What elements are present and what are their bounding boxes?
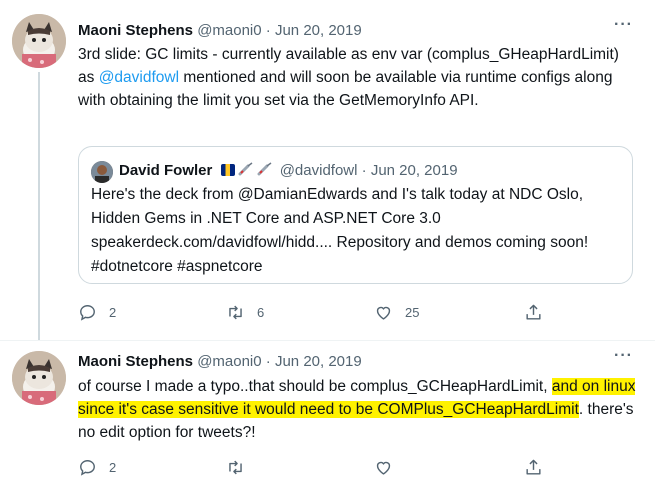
author-name[interactable]: Maoni Stephens [78, 22, 193, 39]
retweet-button[interactable]: 6 [226, 300, 264, 324]
quoted-author-name: David Fowler [119, 162, 213, 179]
action-bar: 2 [78, 455, 548, 479]
quoted-tweet[interactable]: David Fowler @davidfowl · Jun 20, 2019 H… [78, 146, 633, 284]
retweet-button[interactable] [226, 455, 257, 479]
quoted-text: Here's the deck from @DamianEdwards and … [91, 186, 589, 275]
avatar[interactable] [12, 14, 66, 68]
more-icon[interactable]: ··· [614, 16, 633, 34]
separator: · [265, 353, 271, 370]
author-handle[interactable]: @maoni0 [197, 22, 261, 39]
tweet-date[interactable]: Jun 20, 2019 [275, 22, 362, 39]
reply-count: 2 [109, 304, 117, 320]
quoted-header: David Fowler @davidfowl · Jun 20, 2019 [119, 162, 458, 179]
quoted-handle: @davidfowl [279, 162, 358, 179]
tweet-date[interactable]: Jun 20, 2019 [275, 353, 362, 370]
action-bar: 2 6 25 [78, 300, 548, 324]
more-icon[interactable]: ··· [614, 347, 633, 365]
syringe-icon [257, 162, 271, 176]
retweet-icon [229, 305, 242, 319]
like-count: 25 [405, 304, 420, 320]
separator: · [361, 162, 367, 179]
thread-line [38, 72, 40, 340]
reply-icon [80, 304, 95, 321]
tweet-header: Maoni Stephens @maoni0 · Jun 20, 2019 [78, 22, 362, 39]
like-icon [376, 306, 391, 320]
share-button[interactable] [524, 455, 543, 479]
share-icon [526, 304, 541, 320]
reply-button[interactable]: 2 [78, 300, 116, 324]
tweet-text: 3rd slide: GC limits - currently availab… [78, 43, 638, 112]
like-button[interactable] [374, 455, 405, 479]
share-icon [526, 459, 541, 475]
tweet[interactable]: Maoni Stephens @maoni0 · Jun 20, 2019 ··… [0, 0, 655, 340]
like-icon [376, 461, 391, 475]
author-handle[interactable]: @maoni0 [197, 353, 261, 370]
retweet-count: 6 [257, 304, 265, 320]
syringe-icon [238, 162, 252, 176]
separator: · [265, 22, 271, 39]
reply-icon [80, 459, 95, 476]
reply-button[interactable]: 2 [78, 455, 116, 479]
tweet-header: Maoni Stephens @maoni0 · Jun 20, 2019 [78, 353, 362, 370]
like-button[interactable]: 25 [374, 300, 419, 324]
mention-link[interactable]: @davidfowl [99, 69, 179, 86]
barbados-flag-icon [220, 164, 235, 176]
author-name[interactable]: Maoni Stephens [78, 353, 193, 370]
tweet[interactable]: Maoni Stephens @maoni0 · Jun 20, 2019 ··… [0, 340, 655, 488]
quoted-date: Jun 20, 2019 [370, 162, 458, 179]
tweet-text-part: of course I made a typo..that should be … [78, 378, 552, 395]
retweet-icon [229, 460, 242, 474]
quoted-avatar [91, 161, 113, 183]
tweet-text: of course I made a typo..that should be … [78, 375, 638, 444]
share-button[interactable] [524, 300, 543, 324]
reply-count: 2 [109, 459, 117, 475]
avatar[interactable] [12, 351, 66, 405]
